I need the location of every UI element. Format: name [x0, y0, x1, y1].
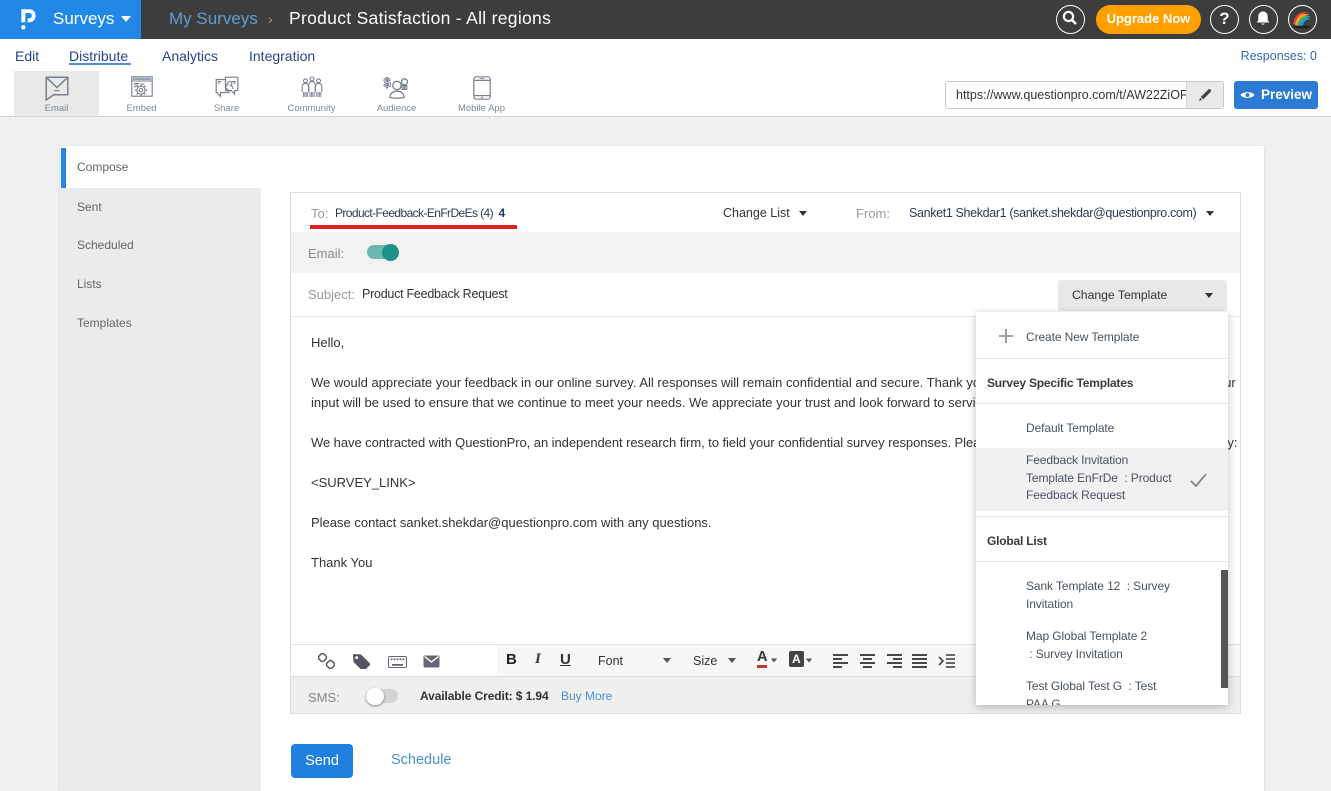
svg-text:$: $ — [383, 76, 391, 90]
